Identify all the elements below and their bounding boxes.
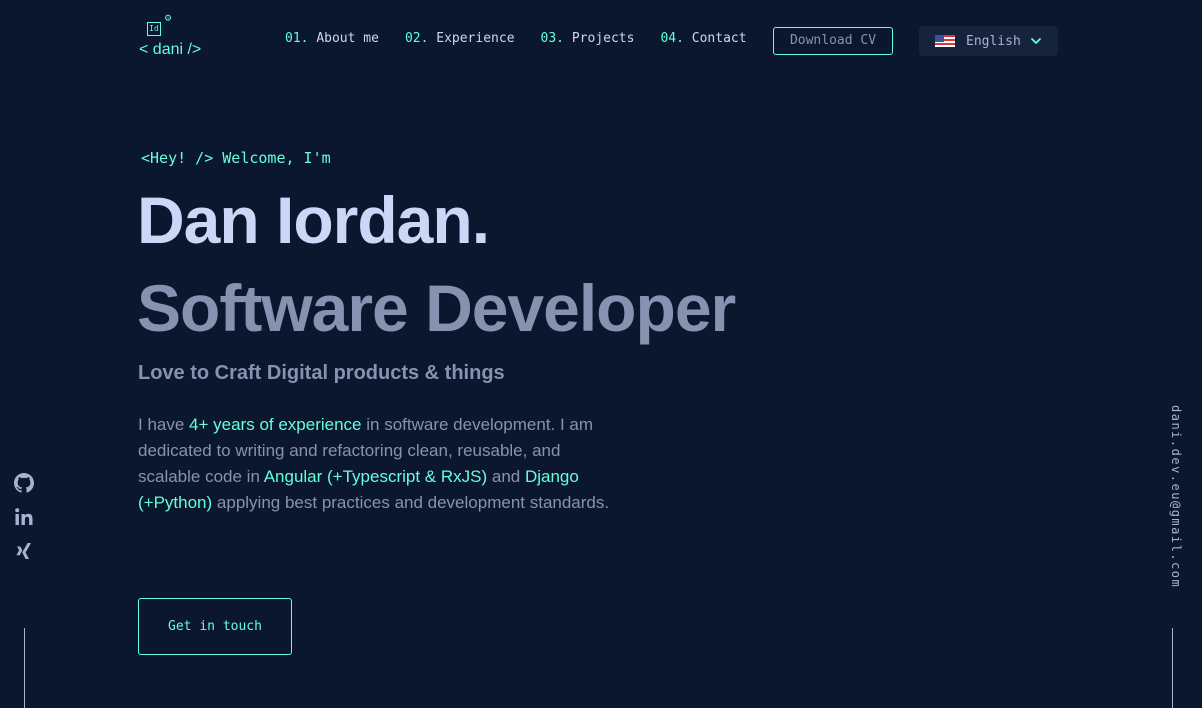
linkedin-icon[interactable] (13, 506, 34, 527)
hero-tagline: Love to Craft Digital products & things (138, 362, 505, 384)
hero-greeting: <Hey! /> Welcome, I'm (141, 149, 331, 167)
nav-item-contact[interactable]: 04. Contact (660, 31, 746, 46)
bio-highlight-angular: Angular (+Typescript & RxJS) (263, 467, 488, 486)
logo-badge: Id (147, 22, 161, 36)
language-selector[interactable]: English (919, 26, 1058, 56)
get-in-touch-button[interactable]: Get in touch (138, 598, 292, 655)
left-rail-line (24, 628, 25, 708)
us-flag-icon (935, 35, 955, 47)
hero-role: Software Developer (137, 271, 736, 345)
bio-highlight-experience: 4+ years of experience (189, 415, 362, 434)
chevron-down-icon (1030, 35, 1042, 47)
logo-text: < dani /> (139, 41, 202, 58)
download-cv-button[interactable]: Download CV (773, 27, 893, 55)
email-link[interactable]: dani.dev.eu@gmail.com (1163, 405, 1183, 588)
nav-label: Contact (691, 31, 747, 46)
right-rail-line (1172, 628, 1173, 708)
nav-item-projects[interactable]: 03. Projects (541, 31, 635, 46)
nav-label: Projects (571, 31, 635, 46)
nav-number: 01. (285, 31, 309, 46)
logo[interactable]: Id ⚙ < dani /> (139, 14, 219, 64)
bio-text: applying best practices and development … (212, 493, 610, 512)
github-icon[interactable] (13, 472, 34, 493)
main-nav: 01. About me 02. Experience 03. Projects… (285, 31, 773, 46)
xing-icon[interactable] (13, 540, 34, 561)
bio-text: I have (138, 415, 190, 434)
social-links (13, 472, 34, 561)
nav-label: About me (316, 31, 379, 46)
nav-number: 04. (660, 31, 684, 46)
nav-item-experience[interactable]: 02. Experience (405, 31, 515, 46)
nav-item-about[interactable]: 01. About me (285, 31, 379, 46)
nav-label: Experience (436, 31, 515, 46)
hero-name: Dan Iordan. (137, 183, 490, 257)
gear-icon: ⚙ (164, 13, 173, 23)
nav-number: 03. (540, 31, 565, 46)
hero-bio: I have 4+ years of experience in softwar… (138, 412, 618, 516)
bio-text: and (487, 467, 525, 486)
nav-number: 02. (404, 31, 429, 46)
language-label: English (966, 33, 1021, 49)
